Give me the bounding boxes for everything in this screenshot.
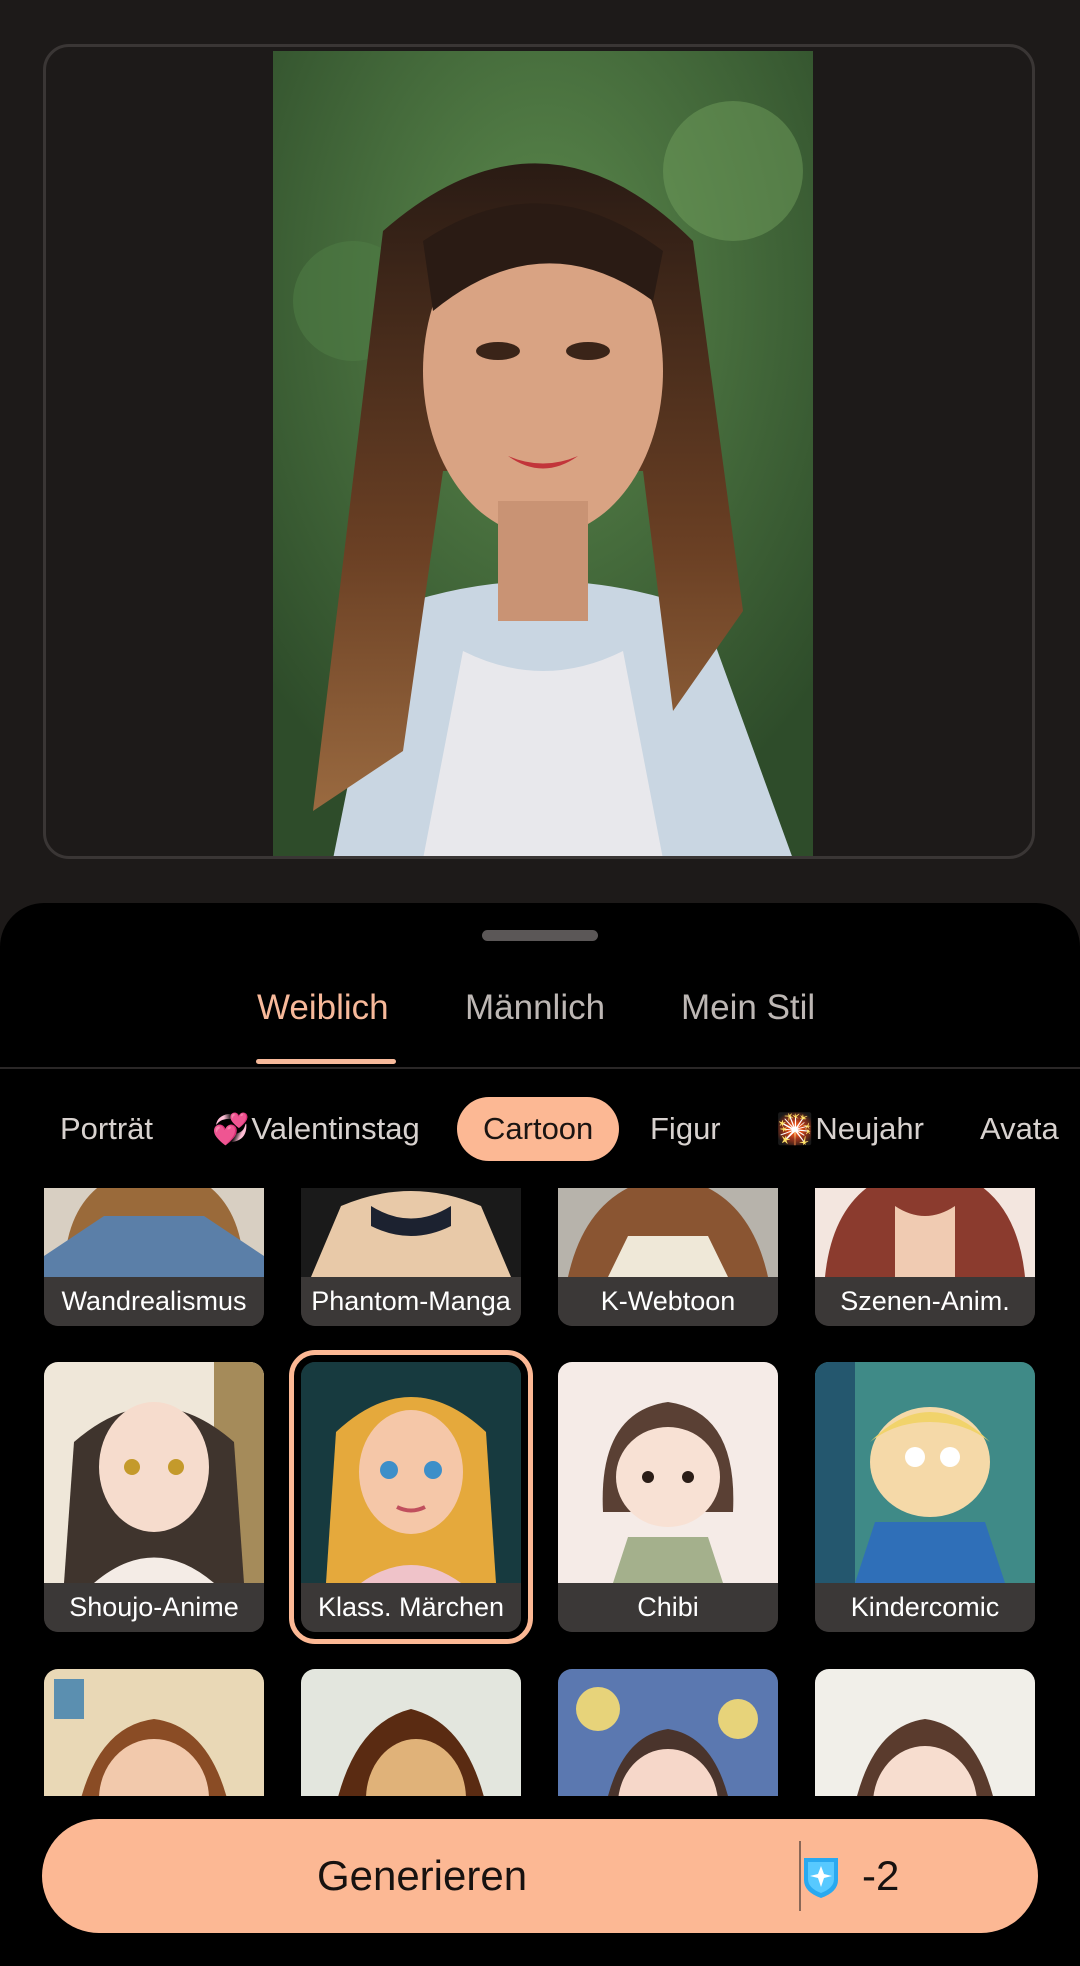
- style-label: Chibi: [558, 1583, 778, 1632]
- chip-label: Figur: [650, 1111, 721, 1146]
- style-card-phantom-manga[interactable]: Phantom-Manga: [301, 1188, 521, 1326]
- chip-figur[interactable]: Figur: [624, 1097, 747, 1161]
- chip-label: Avata: [980, 1111, 1059, 1146]
- style-preview-image: [301, 1362, 521, 1583]
- style-card-szenen-anim[interactable]: Szenen-Anim.: [815, 1188, 1035, 1326]
- style-label: Klass. Märchen: [301, 1583, 521, 1632]
- chip-neujahr[interactable]: 🎇Neujahr: [750, 1097, 950, 1161]
- style-card-klass-maerchen[interactable]: Klass. Märchen: [289, 1350, 533, 1644]
- gender-tab-bar: Weiblich Männlich Mein Stil: [0, 963, 1080, 1071]
- style-card-row3-4[interactable]: [815, 1669, 1035, 1796]
- chip-label: Porträt: [60, 1111, 154, 1146]
- style-preview-image: [301, 1188, 521, 1277]
- chip-portraet[interactable]: Porträt: [34, 1097, 179, 1161]
- tab-divider: [0, 1067, 1080, 1069]
- uploaded-photo[interactable]: [273, 51, 813, 856]
- style-label: Kindercomic: [815, 1583, 1035, 1632]
- chip-cartoon[interactable]: Cartoon: [457, 1097, 620, 1161]
- credit-cost: -2: [804, 1819, 900, 1933]
- chip-valentinstag[interactable]: 💞Valentinstag: [186, 1097, 446, 1161]
- style-card-shoujo-anime[interactable]: Shoujo-Anime: [44, 1362, 264, 1632]
- fireworks-icon: 🎇: [776, 1113, 814, 1146]
- chip-label: Valentinstag: [251, 1111, 420, 1146]
- chip-label: Neujahr: [815, 1111, 924, 1146]
- generate-label: Generieren: [316, 1852, 528, 1899]
- style-label: Wandrealismus: [44, 1277, 264, 1326]
- style-preview-image: [44, 1188, 264, 1277]
- style-preview-image: [44, 1362, 264, 1583]
- tab-mein-stil[interactable]: Mein Stil: [681, 988, 815, 1028]
- style-label: Szenen-Anim.: [815, 1277, 1035, 1326]
- credit-gem-icon: [804, 1858, 838, 1898]
- style-preview-image: [815, 1669, 1035, 1796]
- chip-label: Cartoon: [483, 1111, 594, 1146]
- category-chip-bar: Porträt 💞Valentinstag Cartoon Figur 🎇Neu…: [0, 1093, 1080, 1165]
- style-preview-image: [558, 1188, 778, 1277]
- style-label: K-Webtoon: [558, 1277, 778, 1326]
- photo-preview-frame: [43, 44, 1035, 859]
- chip-avatar[interactable]: Avata: [954, 1097, 1080, 1161]
- style-label: Phantom-Manga: [301, 1277, 521, 1326]
- style-label: Shoujo-Anime: [44, 1583, 264, 1632]
- style-card-row3-1[interactable]: [44, 1669, 264, 1796]
- tab-weiblich[interactable]: Weiblich: [257, 988, 389, 1028]
- sheet-drag-handle[interactable]: [482, 930, 598, 941]
- style-grid: Wandrealismus Phantom-Manga K-Webtoon Sz…: [0, 1188, 1080, 1796]
- hearts-icon: 💞: [212, 1113, 250, 1146]
- style-card-kindercomic[interactable]: Kindercomic: [815, 1362, 1035, 1632]
- style-preview-image: [558, 1362, 778, 1583]
- style-card-row3-3[interactable]: [558, 1669, 778, 1796]
- style-card-chibi[interactable]: Chibi: [558, 1362, 778, 1632]
- active-tab-indicator: [256, 1059, 396, 1064]
- style-preview-image: [301, 1669, 521, 1796]
- tab-maennlich[interactable]: Männlich: [465, 988, 605, 1028]
- style-preview-image: [815, 1188, 1035, 1277]
- style-card-row3-2[interactable]: [301, 1669, 521, 1796]
- style-preview-image: [44, 1669, 264, 1796]
- generate-button[interactable]: Generieren -2: [42, 1819, 1038, 1933]
- style-card-k-webtoon[interactable]: K-Webtoon: [558, 1188, 778, 1326]
- style-preview-image: [815, 1362, 1035, 1583]
- style-card-wandrealismus[interactable]: Wandrealismus: [44, 1188, 264, 1326]
- style-preview-image: [558, 1669, 778, 1796]
- credit-cost-value: -2: [862, 1852, 900, 1899]
